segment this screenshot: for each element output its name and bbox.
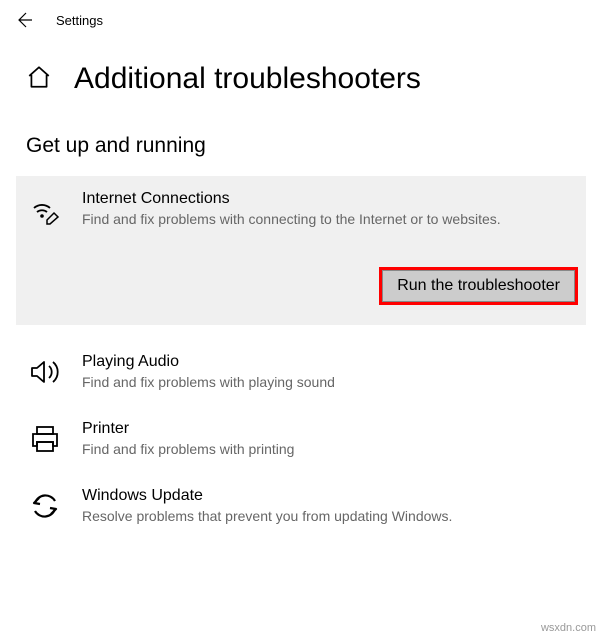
troubleshooter-internet-connections[interactable]: Internet Connections Find and fix proble… bbox=[16, 176, 586, 325]
page-header: Additional troubleshooters bbox=[0, 40, 602, 106]
app-title: Settings bbox=[56, 13, 103, 28]
section-title: Get up and running bbox=[0, 106, 602, 176]
run-troubleshooter-button[interactable]: Run the troubleshooter bbox=[379, 267, 578, 305]
speaker-icon bbox=[28, 355, 62, 389]
item-title: Internet Connections bbox=[82, 190, 501, 208]
watermark: wsxdn.com bbox=[541, 622, 596, 634]
sync-icon bbox=[28, 489, 62, 523]
back-button[interactable] bbox=[12, 8, 36, 32]
item-description: Find and fix problems with printing bbox=[82, 440, 294, 459]
item-title: Windows Update bbox=[82, 487, 452, 505]
item-description: Resolve problems that prevent you from u… bbox=[82, 507, 452, 526]
printer-icon bbox=[28, 422, 62, 456]
item-title: Playing Audio bbox=[82, 353, 335, 371]
troubleshooter-list: Internet Connections Find and fix proble… bbox=[0, 176, 602, 540]
home-icon[interactable] bbox=[26, 64, 52, 95]
wifi-icon bbox=[28, 192, 62, 226]
troubleshooter-playing-audio[interactable]: Playing Audio Find and fix problems with… bbox=[0, 339, 602, 406]
titlebar: Settings bbox=[0, 0, 602, 40]
troubleshooter-printer[interactable]: Printer Find and fix problems with print… bbox=[0, 406, 602, 473]
troubleshooter-windows-update[interactable]: Windows Update Resolve problems that pre… bbox=[0, 473, 602, 540]
item-description: Find and fix problems with connecting to… bbox=[82, 210, 501, 229]
item-description: Find and fix problems with playing sound bbox=[82, 373, 335, 392]
arrow-left-icon bbox=[14, 10, 34, 30]
page-title: Additional troubleshooters bbox=[74, 62, 421, 96]
run-troubleshooter-label: Run the troubleshooter bbox=[382, 270, 575, 302]
item-title: Printer bbox=[82, 420, 294, 438]
